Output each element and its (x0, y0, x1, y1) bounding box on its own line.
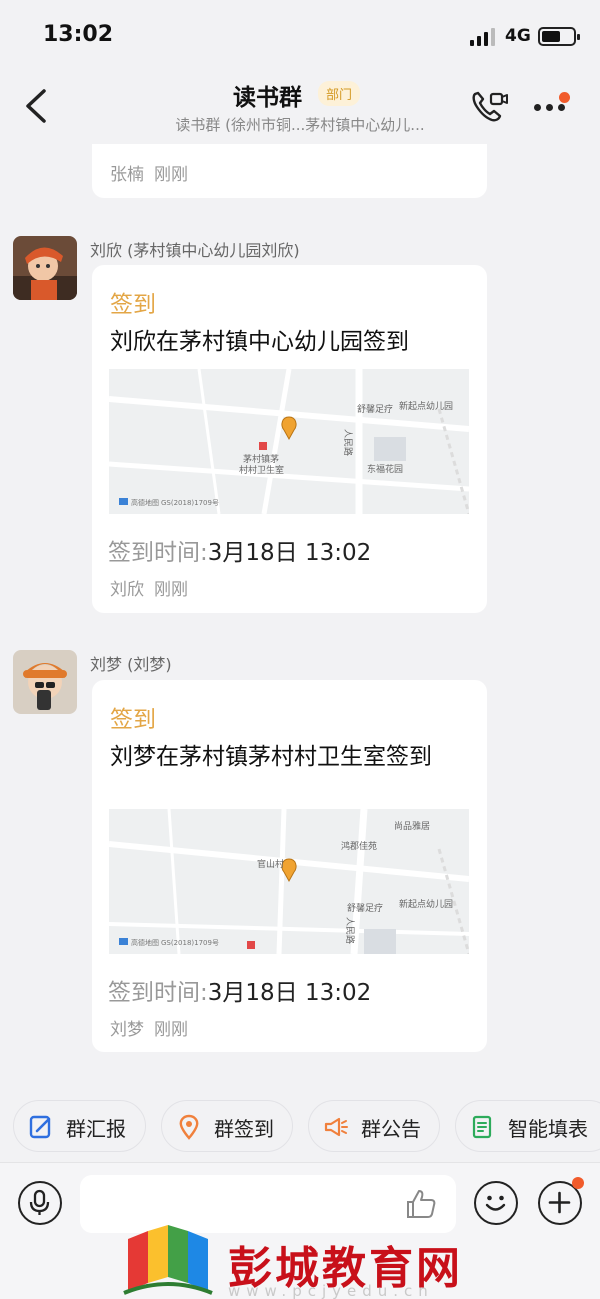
footer-time: 刚刚 (154, 580, 188, 600)
emoji-icon (485, 1195, 506, 1211)
watermark-logo (123, 1225, 213, 1295)
group-report-button[interactable]: 群汇报 (13, 1100, 146, 1152)
signal-icon (470, 28, 495, 46)
card-footer: 刘欣 刚刚 (110, 575, 188, 600)
sender-name: 刘梦 (刘梦) (90, 655, 172, 674)
megaphone-icon (324, 1117, 348, 1137)
footer-name: 刘梦 (110, 1020, 144, 1040)
checkin-time-label: 签到时间: (108, 540, 208, 566)
svg-text:鸿郡佳苑: 鸿郡佳苑 (341, 840, 377, 852)
status-time: 13:02 (43, 22, 114, 47)
group-subtitle[interactable]: 读书群 (徐州市铜...茅村镇中心幼儿... (0, 114, 600, 135)
svg-text:新起点幼儿园: 新起点幼儿园 (399, 898, 453, 910)
plus-icon (548, 1191, 571, 1214)
checkin-time-value: 3月18日 13:02 (207, 540, 372, 566)
svg-text:GS(2018)1709号: GS(2018)1709号 (161, 939, 219, 947)
group-report-label: 群汇报 (66, 1117, 126, 1141)
location-map[interactable]: 舒馨足疗 新起点幼儿园 茅村镇茅 村村卫生室 东福花园 人民路 高德地图 GS(… (109, 369, 469, 514)
checkin-time: 签到时间:3月18日 13:02 (108, 533, 371, 567)
svg-text:尚品雅居: 尚品雅居 (394, 820, 430, 832)
group-title[interactable]: 读书群 (233, 78, 302, 112)
sender-name: 刘欣 (茅村镇中心幼儿园刘欣) (90, 241, 300, 260)
checkin-time-label: 签到时间: (108, 980, 208, 1006)
svg-text:新起点幼儿园: 新起点幼儿园 (399, 400, 453, 412)
message-list[interactable]: 张楠 刚刚 刘欣 (茅村镇中心幼儿园刘欣) 签到 刘欣在茅村镇中心幼儿园签到 舒… (0, 144, 600, 1088)
add-notification-dot (572, 1177, 584, 1189)
footer-name: 刘欣 (110, 580, 144, 600)
svg-text:村村卫生室: 村村卫生室 (239, 464, 284, 476)
voice-button[interactable] (18, 1181, 62, 1225)
watermark-url: www.pcjyedu.cn (228, 1282, 434, 1299)
location-pin-icon (179, 1114, 199, 1140)
svg-text:茅村镇茅: 茅村镇茅 (243, 453, 279, 465)
checkin-card[interactable]: 签到 刘欣在茅村镇中心幼儿园签到 舒馨足疗 新起点幼儿园 茅村镇茅 村村卫生室 … (92, 265, 487, 613)
microphone-icon (29, 1189, 50, 1215)
quick-action-bar: 群汇报 群签到 群公告 智能填表 (0, 1100, 600, 1152)
avatar[interactable] (13, 236, 77, 300)
location-map[interactable]: 尚品雅居 鸿郡佳苑 官山村 舒馨足疗 新起点幼儿园 人民路 高德地图 GS(20… (109, 809, 469, 954)
checkin-card[interactable]: 签到 刘梦在茅村镇茅村村卫生室签到 尚品雅居 鸿郡佳苑 官山村 舒馨足疗 新起点… (92, 680, 487, 1052)
smart-form-button[interactable]: 智能填表 (455, 1100, 600, 1152)
checkin-label: 签到 (110, 292, 156, 318)
svg-text:舒馨足疗: 舒馨足疗 (347, 902, 383, 914)
svg-text:舒馨足疗: 舒馨足疗 (357, 403, 393, 415)
status-bar: 13:02 4G (0, 0, 600, 70)
svg-text:GS(2018)1709号: GS(2018)1709号 (161, 499, 219, 507)
footer-name: 张楠 (110, 165, 144, 185)
svg-text:高德地图: 高德地图 (131, 938, 159, 947)
checkin-time: 签到时间:3月18日 13:02 (108, 973, 371, 1007)
svg-text:人民路: 人民路 (342, 429, 354, 456)
notification-dot (559, 92, 570, 103)
checkin-label: 签到 (110, 707, 156, 733)
group-checkin-button[interactable]: 群签到 (161, 1100, 293, 1152)
checkin-time-value: 3月18日 13:02 (207, 980, 372, 1006)
video-call-icon[interactable] (470, 90, 508, 124)
group-checkin-label: 群签到 (214, 1117, 274, 1141)
checkin-text: 刘欣在茅村镇中心幼儿园签到 (110, 329, 409, 355)
message-card[interactable]: 张楠 刚刚 (92, 144, 487, 198)
group-announcement-button[interactable]: 群公告 (308, 1100, 440, 1152)
group-announcement-label: 群公告 (361, 1117, 421, 1141)
battery-icon (538, 27, 580, 46)
footer-time: 刚刚 (154, 1020, 188, 1040)
emoji-button[interactable] (474, 1181, 518, 1225)
card-footer: 张楠 刚刚 (110, 160, 188, 185)
department-badge: 部门 (318, 81, 361, 106)
svg-text:人民路: 人民路 (344, 917, 356, 944)
svg-text:高德地图: 高德地图 (131, 498, 159, 507)
footer-time: 刚刚 (154, 165, 188, 185)
smart-form-label: 智能填表 (508, 1117, 588, 1141)
svg-text:东福花园: 东福花园 (367, 463, 403, 475)
report-icon (29, 1115, 51, 1139)
svg-text:官山村: 官山村 (257, 858, 284, 870)
checkin-text: 刘梦在茅村镇茅村村卫生室签到 (110, 744, 432, 770)
card-footer: 刘梦 刚刚 (110, 1015, 188, 1040)
thumbs-up-icon[interactable] (404, 1187, 438, 1221)
form-icon (472, 1115, 492, 1139)
avatar[interactable] (13, 650, 77, 714)
chat-header: 读书群 部门 读书群 (徐州市铜...茅村镇中心幼儿... (0, 70, 600, 144)
network-type: 4G (505, 26, 531, 46)
more-options-icon[interactable] (530, 92, 570, 118)
